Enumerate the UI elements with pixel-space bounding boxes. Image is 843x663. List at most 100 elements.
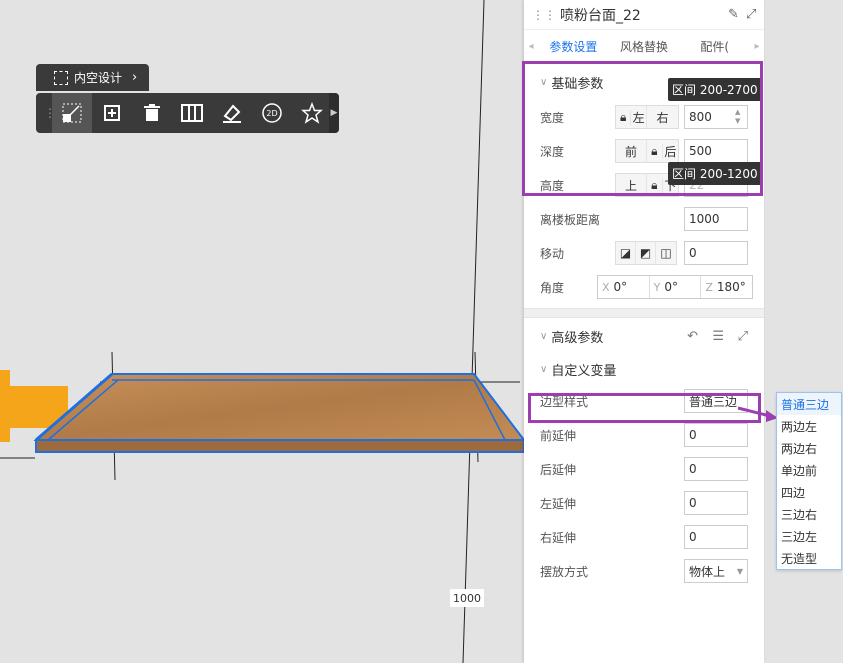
tab-prev-icon[interactable]: ◂ <box>524 41 538 52</box>
resize-tool-button[interactable] <box>52 93 92 133</box>
width-anchor-segment: 🔒︎ 左 右 <box>615 105 679 129</box>
brush-icon <box>223 104 241 123</box>
section-divider <box>524 308 764 318</box>
back-ext-input[interactable]: 0 <box>684 457 748 481</box>
countertop-front <box>35 439 525 453</box>
anchor-right-button[interactable]: 右 <box>647 106 678 128</box>
depth-label: 深度 <box>540 144 565 159</box>
width-row: 宽度 🔒︎ 左 右 800 ▲ ▼ <box>524 100 764 134</box>
back-ext-row: 后延伸 0 <box>524 452 764 486</box>
back-ext-label: 后延伸 <box>540 462 577 477</box>
tab-accessories[interactable]: 配件( <box>679 38 750 55</box>
resize-icon <box>62 103 82 123</box>
view-2d-button[interactable]: 2D <box>252 93 292 133</box>
inner-space-icon <box>54 70 68 85</box>
front-ext-label: 前延伸 <box>540 428 577 443</box>
right-ext-input[interactable]: 0 <box>684 525 748 549</box>
move-mode-3-icon[interactable]: ◫ <box>656 242 676 264</box>
anchor-left-button[interactable]: 🔒︎ 左 <box>616 106 647 128</box>
tab-style[interactable]: 风格替换 <box>609 38 680 55</box>
sort-icon[interactable]: ☰ <box>712 329 724 344</box>
delete-button[interactable] <box>132 93 172 133</box>
lock-icon: 🔒︎ <box>647 143 663 159</box>
width-input[interactable]: 800 ▲ ▼ <box>684 105 748 129</box>
move-mode-segment: ◪ ◩ ◫ <box>615 241 677 265</box>
right-ext-row: 右延伸 0 <box>524 520 764 554</box>
angle-y-input[interactable]: Y 0° <box>650 276 702 298</box>
edit-icon[interactable]: ✎ <box>728 7 746 22</box>
chevron-down-icon: ∨ <box>540 76 548 88</box>
height-label: 高度 <box>540 178 565 193</box>
tab-params[interactable]: 参数设置 <box>538 38 609 55</box>
dropdown-option[interactable]: 无造型 <box>777 547 841 569</box>
star-icon <box>301 102 323 124</box>
custom-vars-title: 自定义变量 <box>551 363 617 379</box>
custom-vars-header[interactable]: ∨ 自定义变量 <box>524 354 764 384</box>
floor-dist-row: 离楼板距离 1000 <box>524 202 764 236</box>
dropdown-option[interactable]: 三边右 <box>777 503 841 525</box>
move-input[interactable]: 0 <box>684 241 748 265</box>
toolbar-expand-icon[interactable]: ▶ <box>329 93 339 133</box>
angle-x-input[interactable]: X 0° <box>598 276 650 298</box>
left-ext-input[interactable]: 0 <box>684 491 748 515</box>
floor-dist-input[interactable]: 1000 <box>684 207 748 231</box>
left-ext-row: 左延伸 0 <box>524 486 764 520</box>
expand-icon[interactable]: ⤢ <box>738 329 748 344</box>
svg-text:2D: 2D <box>266 109 277 118</box>
brush-button[interactable] <box>212 93 252 133</box>
dropdown-option[interactable]: 三边左 <box>777 525 841 547</box>
floor-dist-label: 离楼板距离 <box>540 212 601 227</box>
add-copy-button[interactable] <box>92 93 132 133</box>
move-mode-2-icon[interactable]: ◩ <box>636 242 656 264</box>
angle-z-input[interactable]: Z 180° <box>701 276 752 298</box>
basic-params-title: 基础参数 <box>551 76 604 92</box>
anchor-front-button[interactable]: 前 <box>616 140 647 162</box>
anchor-back-button[interactable]: 🔒︎ 后 <box>647 140 678 162</box>
split-button[interactable] <box>172 93 212 133</box>
placement-label: 摆放方式 <box>540 564 589 579</box>
chevron-right-icon: › <box>132 70 138 85</box>
trash-icon <box>144 104 160 121</box>
front-ext-input[interactable]: 0 <box>684 423 748 447</box>
split-icon <box>181 104 203 122</box>
tab-next-icon[interactable]: ▸ <box>750 41 764 52</box>
dropdown-option[interactable]: 四边 <box>777 481 841 503</box>
depth-range-tooltip: 区间 200-1200 <box>668 162 762 185</box>
anchor-top-button[interactable]: 上 <box>616 174 647 196</box>
expand-icon[interactable]: ⤢ <box>746 7 764 22</box>
depth-input[interactable]: 500 <box>684 139 748 163</box>
move-mode-1-icon[interactable]: ◪ <box>616 242 636 264</box>
angle-row: 角度 X 0° Y 0° Z 180° <box>524 270 764 304</box>
dropdown-option[interactable]: 两边右 <box>777 437 841 459</box>
reset-icon[interactable]: ↶ <box>687 329 698 344</box>
drag-handle-icon[interactable]: ⋮⋮ <box>532 8 556 22</box>
dimension-label: 1000 <box>450 589 484 607</box>
dropdown-option[interactable]: 两边左 <box>777 415 841 437</box>
chevron-down-icon: ∨ <box>540 363 548 375</box>
guide-line <box>462 0 485 663</box>
stepper-icon[interactable]: ▲ ▼ <box>735 108 745 126</box>
advanced-params-title: 高级参数 <box>551 330 604 346</box>
add-copy-icon <box>104 105 120 121</box>
placement-row: 摆放方式 物体上 ▼ <box>524 554 764 588</box>
dropdown-option[interactable]: 普通三边 <box>777 393 841 415</box>
drag-handle-icon[interactable]: ⋮ <box>44 107 56 119</box>
countertop-top[interactable] <box>33 373 527 441</box>
edge-style-label: 边型样式 <box>540 394 589 409</box>
left-ext-label: 左延伸 <box>540 496 577 511</box>
object-toolbar: ⋮ 2D ▶ <box>36 93 339 133</box>
right-ext-label: 右延伸 <box>540 530 577 545</box>
2d-icon: 2D <box>262 103 282 123</box>
placement-select[interactable]: 物体上 ▼ <box>684 559 748 583</box>
panel-title: 喷粉台面_22 <box>560 7 641 24</box>
width-label: 宽度 <box>540 110 565 125</box>
favorite-button[interactable] <box>292 93 332 133</box>
inner-design-button[interactable]: 内空设计 › <box>36 64 150 91</box>
advanced-params-header[interactable]: ∨ 高级参数 ↶ ☰ ⤢ <box>524 318 764 354</box>
width-range-tooltip: 区间 200-2700 <box>668 78 762 101</box>
front-ext-row: 前延伸 0 <box>524 418 764 452</box>
dropdown-option[interactable]: 单边前 <box>777 459 841 481</box>
lock-icon: 🔒︎ <box>647 177 663 193</box>
annotation-arrow-icon <box>737 406 778 422</box>
inner-design-label: 内空设计 <box>74 71 123 85</box>
